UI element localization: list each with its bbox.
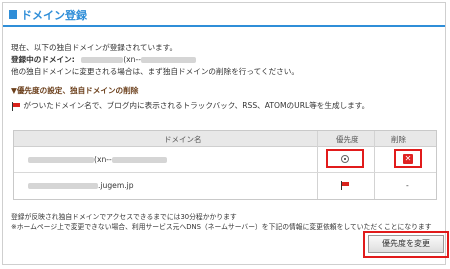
- header-priority: 優先度: [336, 135, 359, 144]
- intro-line-1: 現在、以下の独自ドメインが登録されています。: [11, 43, 178, 52]
- flag-icon: [340, 181, 350, 190]
- redacted-domain: [81, 57, 124, 63]
- table-row: (xn-- ✕: [14, 147, 436, 173]
- note-line-1: 登録が反映され独自ドメインでアクセスできるまでには30分程かかります: [11, 213, 237, 221]
- change-priority-button[interactable]: 優先度を変更: [368, 235, 444, 253]
- title-marker-icon: [9, 10, 17, 19]
- priority-radio-selected[interactable]: [341, 155, 349, 163]
- redacted-domain: [28, 157, 94, 163]
- priority-description-row: がついたドメイン名で、ブログ内に表示されるトラックバック、RSS、ATOMのUR…: [11, 101, 369, 111]
- title-bar: ドメイン登録: [3, 3, 445, 27]
- domain-suffix: (xn--: [94, 155, 112, 164]
- priority-section-heading: ▼優先度の設定、独自ドメインの削除: [11, 86, 139, 95]
- redacted-punycode: [140, 57, 196, 63]
- flag-icon: [11, 101, 21, 111]
- domain-cell: (xn--: [28, 155, 167, 165]
- domain-registration-panel: ドメイン登録 現在、以下の独自ドメインが登録されています。 登録中のドメイン: …: [2, 2, 449, 265]
- registering-domain-row: 登録中のドメイン: (xn--: [11, 55, 196, 65]
- table-row: .jugem.jp -: [14, 173, 436, 198]
- domain-table: ドメイン名 優先度 削除 (xn-- ✕ .jugem.jp -: [13, 130, 437, 200]
- domain-suffix: .jugem.jp: [98, 181, 134, 190]
- registering-domain-suffix: (xn--: [123, 55, 141, 64]
- registering-domain-label: 登録中のドメイン:: [11, 55, 75, 64]
- priority-description: がついたドメイン名で、ブログ内に表示されるトラックバック、RSS、ATOMのUR…: [23, 101, 370, 110]
- intro-line-3: 他の独自ドメインに変更される場合は、まず独自ドメインの削除を行ってください。: [11, 67, 299, 76]
- delete-icon[interactable]: ✕: [403, 154, 413, 164]
- domain-cell: .jugem.jp: [28, 181, 134, 191]
- redacted-punycode: [111, 157, 167, 163]
- header-domain-name: ドメイン名: [164, 135, 202, 144]
- delete-none: -: [406, 181, 409, 190]
- header-delete: 削除: [391, 135, 406, 144]
- redacted-domain: [28, 183, 98, 189]
- page-title: ドメイン登録: [21, 9, 87, 22]
- table-header: ドメイン名 優先度 削除: [14, 131, 436, 147]
